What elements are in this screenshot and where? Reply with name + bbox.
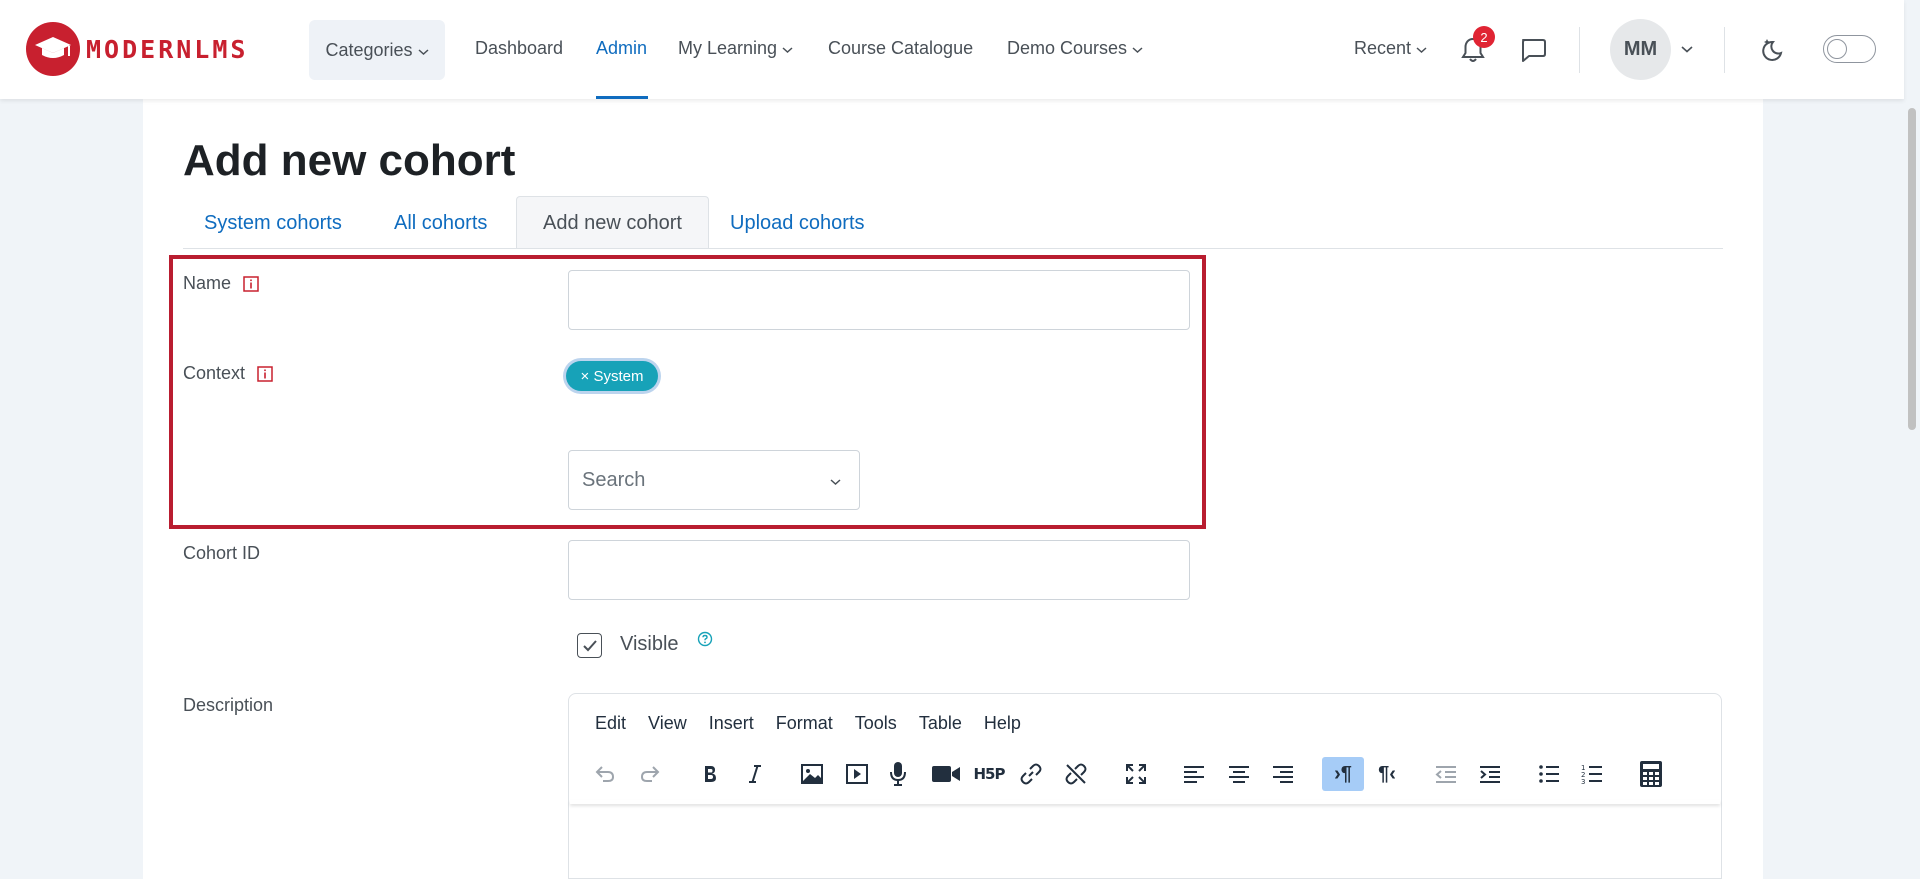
visible-label: Visible [620,633,679,655]
align-left-icon[interactable] [1177,757,1211,791]
microphone-icon[interactable] [881,757,915,791]
chat-bubble-icon [1522,39,1546,62]
nav-dashboard[interactable]: Dashboard [475,38,563,59]
chevron-down-icon [830,469,841,492]
redo-icon[interactable] [633,757,667,791]
menu-help[interactable]: Help [984,713,1021,734]
italic-icon[interactable] [738,757,772,791]
context-search-select[interactable]: Search [568,450,860,510]
indent-icon[interactable] [1473,757,1507,791]
tab-all-cohorts[interactable]: All cohorts [394,212,487,235]
site-logo[interactable]: MODERNLMS [26,22,248,76]
nav-demo-courses-label: Demo Courses [1007,38,1128,58]
nav-my-learning-label: My Learning [678,38,778,58]
media-play-icon[interactable] [840,757,874,791]
nav-recent[interactable]: Recent [1354,38,1427,59]
fullscreen-icon[interactable] [1119,757,1153,791]
chevron-down-icon [782,38,793,59]
align-right-icon[interactable] [1266,757,1300,791]
nav-demo-courses[interactable]: Demo Courses [1007,38,1143,59]
notification-count-badge: 2 [1473,26,1495,48]
checkmark-icon [582,639,597,651]
bullet-list-icon[interactable] [1532,757,1566,791]
context-label: Context [183,363,273,384]
image-icon[interactable] [795,757,829,791]
user-avatar[interactable]: MM [1610,19,1671,80]
top-navbar: MODERNLMS Categories Dashboard Admin My … [0,0,1904,99]
menu-view[interactable]: View [648,713,687,734]
menu-tools[interactable]: Tools [855,713,897,734]
active-nav-indicator [596,96,648,99]
messages-button[interactable] [1518,35,1548,65]
align-center-icon[interactable] [1222,757,1256,791]
menu-edit[interactable]: Edit [595,713,626,734]
brand-name: MODERNLMS [86,34,249,64]
svg-text:3: 3 [1581,778,1585,785]
nav-course-catalogue[interactable]: Course Catalogue [828,38,973,59]
required-info-icon[interactable] [257,365,273,382]
search-placeholder: Search [582,468,646,491]
nav-categories[interactable]: Categories [309,20,445,80]
chevron-down-icon [418,40,429,61]
dark-mode-moon-icon[interactable] [1760,35,1790,65]
bold-icon[interactable] [693,757,727,791]
tab-system-cohorts[interactable]: System cohorts [204,212,342,235]
menu-table[interactable]: Table [919,713,962,734]
menu-insert[interactable]: Insert [709,713,754,734]
calculator-icon[interactable] [1634,757,1668,791]
page-scrollbar[interactable] [1908,108,1916,430]
nav-divider [1724,27,1725,73]
nav-divider [1579,27,1580,73]
name-label: Name [183,273,259,294]
cohort-id-input[interactable] [568,540,1190,600]
outdent-icon[interactable] [1429,757,1463,791]
undo-icon[interactable] [588,757,622,791]
context-label-text: Context [183,363,246,383]
nav-admin[interactable]: Admin [596,38,647,59]
editor-toolbar-divider [570,800,1720,804]
tab-add-new-cohort[interactable]: Add new cohort [516,196,709,249]
user-menu-chevron-down-icon[interactable] [1679,42,1695,56]
nav-recent-label: Recent [1354,38,1412,58]
nav-categories-label: Categories [325,39,413,60]
required-info-icon[interactable] [243,275,259,292]
h5p-icon[interactable]: H5P [970,757,1008,791]
chevron-down-icon [1132,38,1143,59]
ltr-paragraph-icon[interactable]: ›¶ [1322,757,1364,791]
rtl-paragraph-icon[interactable]: ¶‹ [1370,757,1404,791]
cohort-id-label: Cohort ID [183,543,261,563]
name-input[interactable] [568,270,1190,330]
visible-checkbox[interactable] [577,633,602,658]
dark-mode-toggle[interactable] [1823,35,1876,63]
numbered-list-icon[interactable]: 123 [1575,757,1609,791]
tab-upload-cohorts[interactable]: Upload cohorts [730,212,865,235]
name-label-text: Name [183,273,232,293]
unlink-icon[interactable] [1059,757,1093,791]
nav-my-learning[interactable]: My Learning [678,38,793,59]
toggle-knob [1827,39,1847,59]
help-question-icon[interactable] [697,631,713,652]
menu-format[interactable]: Format [776,713,833,734]
video-camera-icon[interactable] [927,757,965,791]
page-title: Add new cohort [183,136,516,185]
tabs-divider [183,248,1723,249]
context-system-chip[interactable]: × System [566,361,658,391]
editor-menubar: Edit View Insert Format Tools Table Help [595,713,1043,734]
graduation-cap-icon [26,22,80,76]
chevron-down-icon [1416,38,1427,59]
description-label: Description [183,695,274,715]
link-icon[interactable] [1014,757,1048,791]
